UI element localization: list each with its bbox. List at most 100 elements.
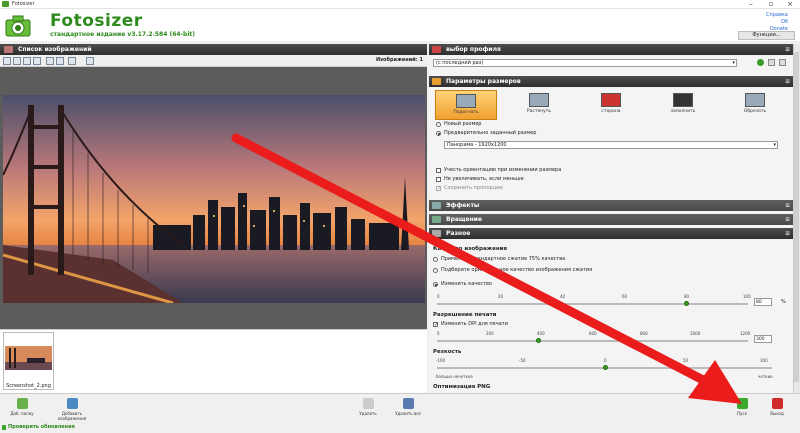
quality-unit: %: [781, 299, 786, 305]
image-list-icon: [4, 46, 13, 53]
save-profile-icon[interactable]: [768, 59, 775, 66]
view-list-icon[interactable]: [33, 57, 41, 65]
quality-tick: 60: [622, 294, 628, 299]
sharpness-tick: 0: [604, 358, 607, 363]
size-params-header[interactable]: Параметры размеров ≡: [429, 76, 793, 87]
mode-crop-button[interactable]: Обрезать: [725, 90, 785, 118]
remove-all-button[interactable]: Удалить все: [394, 398, 422, 416]
scrollbar-thumb[interactable]: [794, 52, 799, 382]
preview-icon[interactable]: [86, 57, 94, 65]
chevron-down-icon: ▾: [773, 142, 776, 148]
image-list-title: Список изображений: [18, 46, 92, 53]
window-title: Fotosizer: [12, 1, 35, 7]
profile-icon: [432, 46, 441, 53]
remove-all-icon: [402, 398, 414, 409]
sharpness-right-label: четкие: [758, 374, 773, 379]
dpi-value-input[interactable]: 300: [754, 335, 772, 343]
help-link[interactable]: Справка: [766, 12, 788, 19]
add-folder-button[interactable]: Доб. папку: [8, 398, 36, 416]
rotation-section-header[interactable]: Вращение ≡: [429, 214, 793, 225]
add-images-button[interactable]: Добавить изображения: [52, 398, 92, 421]
quality-slider-knob[interactable]: [684, 301, 689, 306]
preview-photo: [3, 95, 425, 303]
thumbnail-image[interactable]: [5, 346, 52, 370]
view-large-icon[interactable]: [3, 57, 11, 65]
no-upscale-checkbox[interactable]: [436, 177, 441, 182]
rotate-left-icon[interactable]: [46, 57, 54, 65]
sharpness-tick: 100: [760, 358, 768, 363]
dpi-tick: 600: [589, 331, 597, 336]
mode-stretch-button[interactable]: Растянуть: [509, 90, 569, 118]
preset-size-select[interactable]: Панорама - 1920x1200 ▾: [444, 141, 778, 149]
functions-button[interactable]: Функции...: [738, 31, 795, 40]
preset-size-radio[interactable]: [436, 131, 441, 136]
app-brand: Fotosizer: [50, 11, 143, 31]
header-links: Справка Об Donate: [766, 12, 788, 33]
collapse-icon: ≡: [784, 230, 790, 237]
quality-standard-radio[interactable]: [433, 257, 438, 262]
start-button[interactable]: Пуск: [732, 398, 752, 416]
mode-fill-label: заполнить: [670, 109, 696, 114]
keep-aspect-checkbox[interactable]: ✓: [436, 186, 441, 192]
add-folder-label: Доб. папку: [10, 411, 34, 416]
keep-aspect-label: Сохранить пропорции: [444, 185, 503, 191]
mode-fill-button[interactable]: заполнить: [653, 90, 713, 118]
maximize-button[interactable]: ▫: [764, 0, 778, 9]
fit-icon: [456, 94, 476, 108]
camera-logo-icon: [5, 15, 31, 37]
effects-title: Эффекты: [446, 202, 480, 209]
misc-title: Разное: [446, 230, 471, 237]
quality-original-radio[interactable]: [433, 268, 438, 273]
collapse-icon: ≡: [784, 78, 790, 85]
profile-select[interactable]: (с последний раз) ▾: [433, 59, 737, 67]
misc-section-header[interactable]: Разное ≡: [429, 228, 793, 239]
sharpness-heading: Резкость: [433, 349, 462, 355]
view-small-icon[interactable]: [23, 57, 31, 65]
exit-button[interactable]: Выход: [767, 398, 787, 416]
status-bar: [0, 423, 800, 433]
profile-title: выбор профиля: [446, 46, 501, 53]
remove-button[interactable]: Удалить: [356, 398, 380, 416]
preset-size-label: Предварительно заданный размер: [444, 130, 537, 136]
orientation-checkbox[interactable]: [436, 168, 441, 173]
mode-crop-label: Обрезать: [743, 109, 767, 114]
dpi-tick: 0: [437, 331, 440, 336]
new-size-radio[interactable]: [436, 122, 441, 127]
close-window-button[interactable]: ×: [783, 0, 797, 9]
rotate-right-icon[interactable]: [56, 57, 64, 65]
quality-tick: 100: [743, 294, 751, 299]
add-profile-icon[interactable]: [757, 59, 764, 66]
effects-section-header[interactable]: Эффекты ≡: [429, 200, 793, 211]
png-opt-heading: Оптимизация PNG: [433, 384, 491, 390]
new-size-label: Новый размер: [444, 121, 482, 127]
sharpness-slider-knob[interactable]: [603, 365, 608, 370]
mode-side-button[interactable]: сторона: [581, 90, 641, 118]
chevron-down-icon: ▾: [732, 60, 735, 66]
quality-slider-track[interactable]: [437, 303, 748, 305]
profile-section-header[interactable]: выбор профиля ≡: [429, 44, 793, 55]
play-icon: [736, 398, 748, 409]
sharpness-tick: 50: [683, 358, 689, 363]
refresh-icon[interactable]: [68, 57, 76, 65]
misc-icon: [432, 230, 441, 237]
delete-profile-icon[interactable]: [779, 59, 786, 66]
quality-tick: 80: [684, 294, 690, 299]
quality-custom-radio[interactable]: [433, 282, 438, 287]
quality-value-input[interactable]: 80: [754, 298, 772, 306]
dpi-slider-knob[interactable]: [536, 338, 541, 343]
profile-select-value: (с последний раз): [436, 60, 484, 66]
orientation-label: Учесть ориентацию при изменении размера: [444, 167, 562, 173]
about-link[interactable]: Об: [766, 19, 788, 26]
image-list-header: Список изображений: [0, 44, 427, 55]
remove-icon: [362, 398, 374, 409]
dpi-slider-track[interactable]: [437, 340, 748, 342]
mode-fit-button[interactable]: Подогнать: [435, 90, 497, 120]
minimize-button[interactable]: –: [744, 0, 758, 9]
add-images-icon: [66, 398, 78, 409]
rotation-title: Вращение: [446, 216, 483, 223]
remove-label: Удалить: [359, 411, 377, 416]
dpi-checkbox[interactable]: ✓: [433, 322, 438, 328]
crop-icon: [745, 93, 765, 107]
view-medium-icon[interactable]: [13, 57, 21, 65]
check-updates-link[interactable]: Проверить обновления: [8, 424, 75, 430]
